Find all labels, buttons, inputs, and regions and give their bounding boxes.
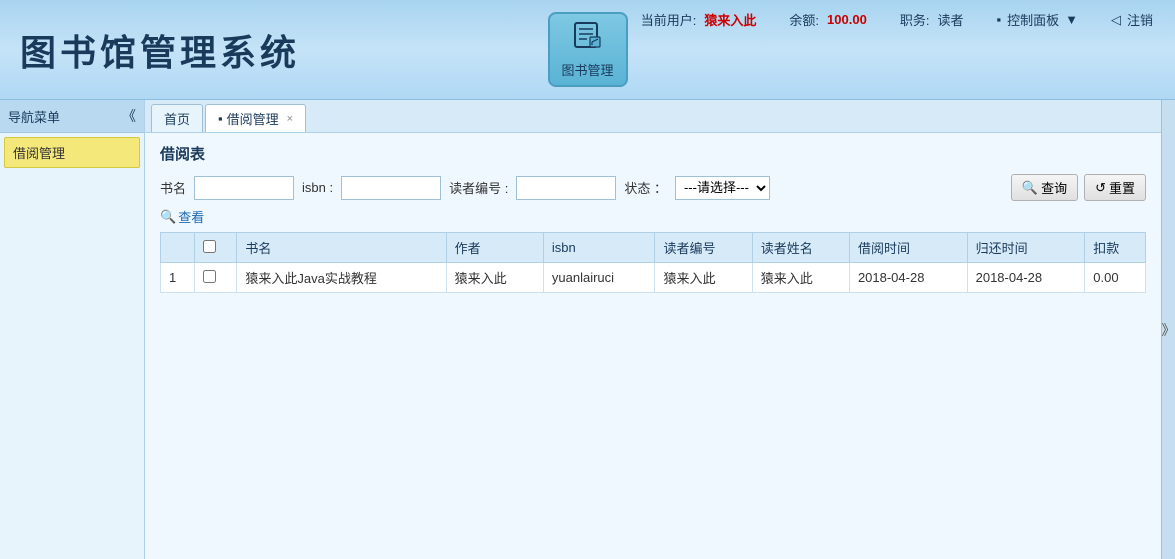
col-borrow-date: 借阅时间: [849, 233, 967, 263]
reset-label: 重置: [1109, 178, 1135, 197]
app-title: 图书馆管理系统: [20, 24, 300, 76]
reader-id-label: 读者编号 :: [449, 178, 508, 197]
reader-id-input[interactable]: [516, 176, 616, 200]
view-label: 查看: [178, 207, 204, 226]
isbn-input[interactable]: [341, 176, 441, 200]
view-link[interactable]: 🔍 查看: [160, 207, 1146, 226]
tab-home-label: 首页: [164, 109, 190, 128]
col-fine: 扣款: [1085, 233, 1146, 263]
page-content: 借阅表 书名 isbn : 读者编号 : 状态 ： ---请选择--- 借阅中 …: [145, 133, 1161, 559]
sidebar-item-borrow[interactable]: 借阅管理: [4, 137, 140, 168]
header-center: 图书管理: [548, 12, 628, 87]
logout-icon: ◁: [1111, 12, 1121, 28]
right-collapse-icon: 》: [1162, 320, 1175, 340]
col-return-date: 归还时间: [967, 233, 1085, 263]
borrow-table: 书名 作者 isbn 读者编号 读者姓名 借阅时间 归还时间 扣款 1 猿来入此…: [160, 232, 1146, 293]
username-value: 猿来入此: [704, 10, 756, 29]
book-manage-icon: [573, 21, 603, 56]
query-button[interactable]: 🔍 查询: [1011, 174, 1078, 201]
sidebar: 导航菜单 《 借阅管理: [0, 100, 145, 559]
col-reader-name: 读者姓名: [752, 233, 849, 263]
status-select[interactable]: ---请选择--- 借阅中 已归还: [675, 176, 770, 200]
cell-book-name: 猿来入此Java实战教程: [237, 263, 446, 293]
book-name-label: 书名: [160, 178, 186, 197]
page-title: 借阅表: [160, 143, 1146, 164]
cell-return-date: 2018-04-28: [967, 263, 1085, 293]
book-name-input[interactable]: [194, 176, 294, 200]
sidebar-header: 导航菜单 《: [0, 100, 144, 133]
main-layout: 导航菜单 《 借阅管理 首页 ▪ 借阅管理 × 借阅表 书名: [0, 100, 1175, 559]
role-value: 读者: [937, 10, 963, 29]
dashboard-button[interactable]: ▪ 控制面板 ▼: [994, 10, 1080, 29]
tab-borrow-close[interactable]: ×: [287, 113, 293, 125]
right-collapse-button[interactable]: 》: [1161, 100, 1175, 559]
row-checkbox[interactable]: [203, 270, 216, 283]
logout-button[interactable]: ◁ 注销: [1109, 10, 1155, 29]
col-author: 作者: [446, 233, 543, 263]
search-bar: 书名 isbn : 读者编号 : 状态 ： ---请选择--- 借阅中 已归还 …: [160, 174, 1146, 201]
role-label: 职务:: [900, 10, 930, 29]
col-index: [161, 233, 195, 263]
balance-value: 100.00: [827, 12, 867, 27]
tab-borrow[interactable]: ▪ 借阅管理 ×: [205, 104, 306, 132]
cell-index: 1: [161, 263, 195, 293]
balance-label: 余额:: [789, 10, 819, 29]
col-reader-id: 读者编号: [655, 233, 752, 263]
cell-author: 猿来入此: [446, 263, 543, 293]
header: 图书馆管理系统 图书管理 当前用户: 猿来入此 余额: 100.0: [0, 0, 1175, 100]
table-row: 1 猿来入此Java实战教程 猿来入此 yuanlairuci 猿来入此 猿来入…: [161, 263, 1146, 293]
cell-isbn: yuanlairuci: [543, 263, 655, 293]
query-label: 查询: [1041, 178, 1067, 197]
cell-checkbox[interactable]: [195, 263, 237, 293]
book-manage-label: 图书管理: [561, 60, 613, 79]
book-manage-button[interactable]: 图书管理: [548, 12, 628, 87]
tabs-bar: 首页 ▪ 借阅管理 ×: [145, 100, 1161, 133]
search-buttons: 🔍 查询 ↺ 重置: [1011, 174, 1146, 201]
query-icon: 🔍: [1022, 180, 1038, 196]
cell-reader-id: 猿来入此: [655, 263, 752, 293]
sidebar-collapse-button[interactable]: 《: [122, 106, 136, 126]
dashboard-label: 控制面板: [1007, 10, 1059, 29]
col-isbn: isbn: [543, 233, 655, 263]
reset-icon: ↺: [1095, 180, 1106, 196]
view-icon: 🔍: [160, 209, 176, 225]
tab-borrow-label: 借阅管理: [227, 109, 279, 128]
status-label: 状态 ：: [624, 178, 667, 197]
content-area: 首页 ▪ 借阅管理 × 借阅表 书名 isbn : 读者编号 : 状态 ： --: [145, 100, 1161, 559]
dashboard-icon: ▪: [996, 12, 1001, 27]
cell-fine: 0.00: [1085, 263, 1146, 293]
header-right: 当前用户: 猿来入此 余额: 100.00 职务: 读者 ▪ 控制面板 ▼ ◁ …: [639, 10, 1155, 29]
tab-home[interactable]: 首页: [151, 104, 203, 132]
col-checkbox[interactable]: [195, 233, 237, 263]
col-book-name: 书名: [237, 233, 446, 263]
select-all-checkbox[interactable]: [203, 240, 216, 253]
user-label: 当前用户:: [641, 10, 697, 29]
sidebar-item-borrow-label: 借阅管理: [13, 146, 65, 161]
cell-reader-name: 猿来入此: [752, 263, 849, 293]
isbn-label: isbn :: [302, 180, 333, 195]
sidebar-title: 导航菜单: [8, 107, 60, 126]
tab-borrow-icon: ▪: [218, 111, 223, 126]
logout-label: 注销: [1127, 10, 1153, 29]
dashboard-chevron: ▼: [1065, 12, 1078, 27]
reset-button[interactable]: ↺ 重置: [1084, 174, 1146, 201]
cell-borrow-date: 2018-04-28: [849, 263, 967, 293]
